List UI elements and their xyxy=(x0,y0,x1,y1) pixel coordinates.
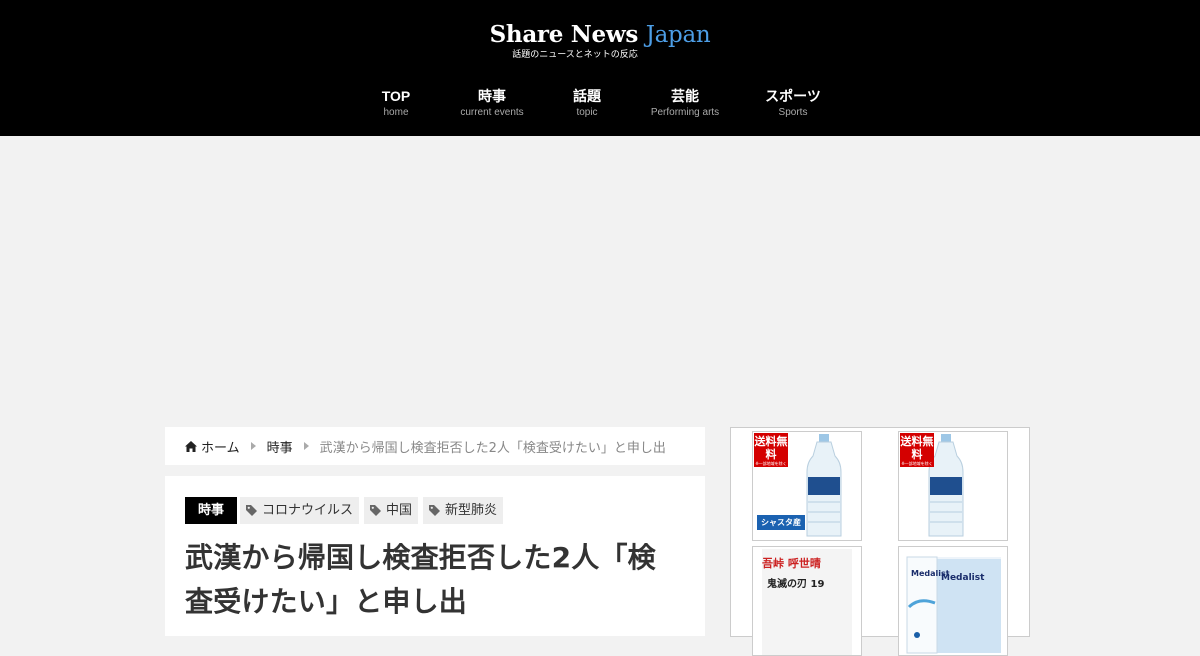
site-title: Share News xyxy=(489,21,639,48)
nav-item-sports[interactable]: スポーツ Sports xyxy=(765,86,821,120)
nav-item-label: TOP xyxy=(381,88,411,104)
article-tags: 時事 コロナウイルス 中国 新型肺炎 xyxy=(185,497,685,524)
nav-item-label: スポーツ xyxy=(765,88,821,104)
tag-label: 新型肺炎 xyxy=(445,503,498,518)
sidebar-ad-widget: 送料無料 ※一部地域を除く シャスタ産 送料無料 ※一部地域を除く 吾峠 呼世晴 鬼… xyxy=(730,427,1030,656)
nav-item-label: 芸能 xyxy=(670,88,699,104)
tag-icon xyxy=(370,505,382,516)
shasta-label: シャスタ産 xyxy=(757,515,805,530)
product-water-1[interactable]: 送料無料 ※一部地域を除く シャスタ産 xyxy=(752,431,862,541)
nav-item-sublabel: current events xyxy=(460,107,524,118)
free-shipping-badge-label: 送料無料 xyxy=(900,435,934,461)
site-subtitle: 話題のニュースとネットの反応 xyxy=(512,50,638,60)
tag-label: 中国 xyxy=(386,503,413,518)
main-nav: TOP home 時事 current events 話題 topic 芸能 P… xyxy=(0,86,1200,126)
nav-item-top[interactable]: TOP home xyxy=(382,86,411,120)
home-icon xyxy=(185,440,197,452)
category-badge[interactable]: 時事 xyxy=(185,497,238,524)
tag-new-pneumonia[interactable]: 新型肺炎 xyxy=(423,497,504,524)
nav-item-sublabel: Sports xyxy=(778,107,808,118)
book-author: 吾峠 呼世晴 xyxy=(762,557,821,570)
site-title-accent: Japan xyxy=(645,22,711,48)
nav-item-current-events[interactable]: 時事 current events xyxy=(460,86,523,120)
tag-icon xyxy=(429,505,441,516)
breadcrumb-category-link[interactable]: 時事 xyxy=(267,437,293,456)
product-medalist[interactable]: Medalist Medalist xyxy=(898,546,1008,656)
breadcrumb-current: 武漢から帰国し検査拒否した2人「検査受けたい」と申し出 xyxy=(319,440,666,456)
article: 時事 コロナウイルス 中国 新型肺炎 武漢から帰国し検査拒否した2人「検 査受けた… xyxy=(165,476,705,636)
article-title-line1: 武漢から帰国し検査拒否した2人「検 xyxy=(185,541,656,574)
nav-item-topic[interactable]: 話題 topic xyxy=(573,86,601,120)
free-shipping-badge: 送料無料 ※一部地域を除く xyxy=(900,433,934,467)
nav-item-label: 時事 xyxy=(478,88,506,104)
free-shipping-badge: 送料無料 ※一部地域を除く xyxy=(754,433,788,467)
site-header: Share News Japan 話題のニュースとネットの反応 TOP home… xyxy=(0,0,1200,136)
article-title: 武漢から帰国し検査拒否した2人「検 査受けたい」と申し出 xyxy=(185,536,685,624)
breadcrumb-home-link[interactable]: ホーム xyxy=(201,437,240,456)
breadcrumb: ホーム 時事 武漢から帰国し検査拒否した2人「検査受けたい」と申し出 xyxy=(165,427,705,465)
free-shipping-badge-note: ※一部地域を除く xyxy=(901,461,933,466)
product-water-2[interactable]: 送料無料 ※一部地域を除く xyxy=(898,431,1008,541)
site-logo[interactable]: Share News Japan 話題のニュースとネットの反応 xyxy=(0,20,1200,61)
nav-item-sublabel: topic xyxy=(576,107,598,118)
free-shipping-badge-label: 送料無料 xyxy=(754,435,788,461)
breadcrumb-separator-icon xyxy=(250,442,256,450)
medalist-box-image xyxy=(906,556,1001,654)
tag-coronavirus[interactable]: コロナウイルス xyxy=(240,497,360,524)
nav-item-label: 話題 xyxy=(573,88,601,104)
free-shipping-badge-note: ※一部地域を除く xyxy=(755,461,787,466)
tag-label: コロナウイルス xyxy=(262,503,354,518)
tag-china[interactable]: 中国 xyxy=(364,497,419,524)
nav-item-performing-arts[interactable]: 芸能 Performing arts xyxy=(651,86,719,120)
article-title-line2: 査受けたい」と申し出 xyxy=(185,585,468,618)
product-book[interactable]: 吾峠 呼世晴 鬼滅の刃 19 xyxy=(752,546,862,656)
breadcrumb-separator-icon xyxy=(303,442,309,450)
book-title: 鬼滅の刃 19 xyxy=(767,579,825,590)
tag-icon xyxy=(246,505,258,516)
medalist-brand-large: Medalist xyxy=(941,573,985,583)
nav-item-sublabel: home xyxy=(383,107,409,118)
nav-item-sublabel: Performing arts xyxy=(650,107,720,118)
